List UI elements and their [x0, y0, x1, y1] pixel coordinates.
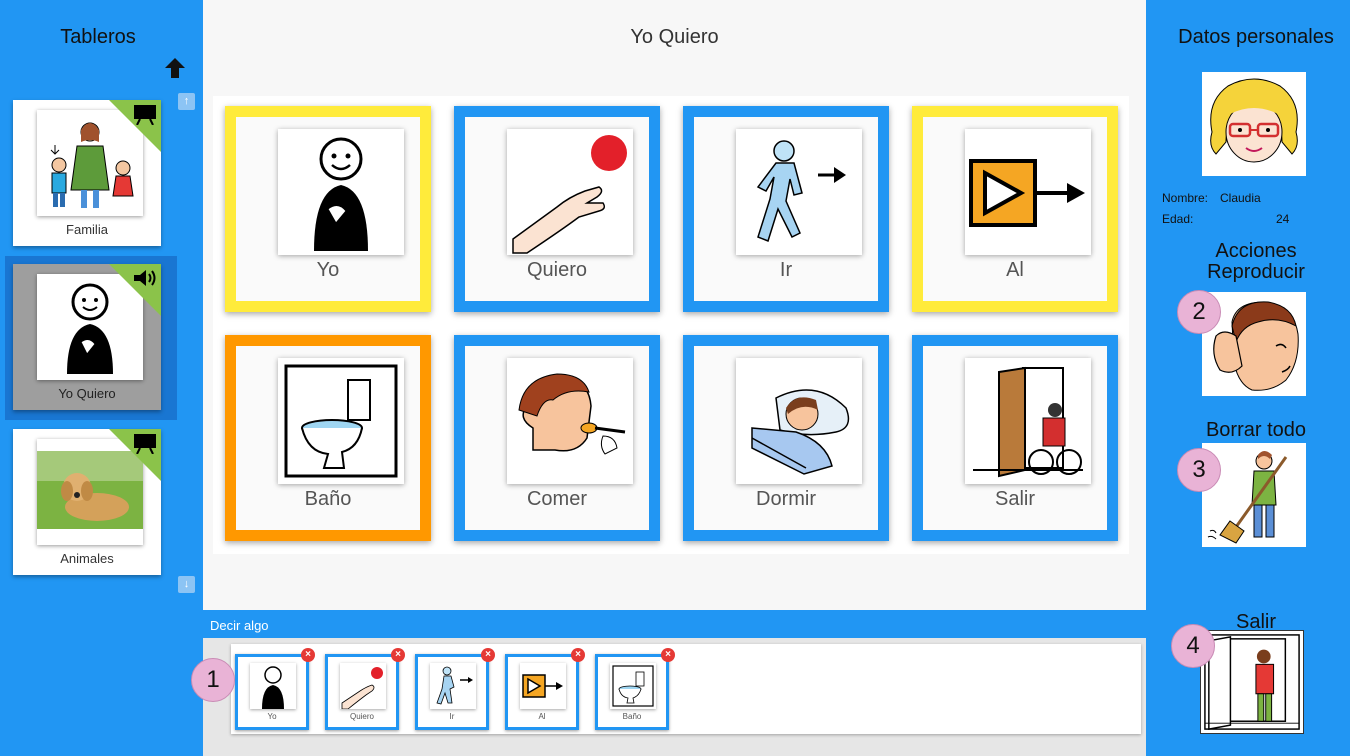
walk-icon	[430, 663, 476, 709]
callout-4: 4	[1171, 624, 1215, 668]
sentence-strip: Yo × Quiero × Ir × Al × Baño ×	[231, 644, 1141, 734]
card-salir[interactable]: Salir	[912, 335, 1118, 541]
play-title-line2: Reproducir	[1207, 261, 1305, 283]
sentence-header-label: Decir algo	[210, 618, 269, 633]
card-label: Ir	[779, 259, 793, 281]
sleep-icon	[736, 358, 862, 484]
want-hand-icon	[340, 663, 386, 709]
remove-icon[interactable]: ×	[301, 648, 315, 662]
card-al[interactable]: Al	[912, 106, 1118, 312]
card-label: Al	[1006, 259, 1024, 281]
sentence-item-label: Quiero	[349, 712, 374, 721]
up-arrow-icon[interactable]	[163, 56, 187, 80]
play-title-line1: Acciones	[1215, 240, 1297, 262]
board-icon	[134, 434, 156, 454]
board-label: Animales	[60, 551, 114, 566]
sentence-item-al[interactable]: Al ×	[505, 648, 585, 730]
sentence-item-bano[interactable]: Baño ×	[595, 648, 675, 730]
card-label: Yo	[316, 259, 340, 281]
callout-1: 1	[191, 658, 235, 702]
clear-title: Borrar todo	[1205, 419, 1307, 441]
card-label: Dormir	[756, 488, 816, 510]
card-ir[interactable]: Ir	[683, 106, 889, 312]
want-hand-icon	[507, 129, 633, 255]
card-grid: Yo Quiero Ir Al Baño Comer Dormir Salir	[213, 96, 1129, 554]
board-icon	[134, 105, 156, 125]
callout-2: 2	[1177, 290, 1221, 334]
avatar[interactable]	[1202, 72, 1306, 176]
sentence-item-label: Baño	[622, 712, 642, 721]
sentence-item-label: Yo	[267, 712, 277, 721]
card-label: Quiero	[526, 259, 588, 281]
exit-button[interactable]	[1200, 630, 1304, 734]
sentence-item-label: Al	[538, 712, 546, 721]
speaker-icon	[134, 270, 156, 286]
card-label: Salir	[994, 488, 1035, 510]
sentence-item-ir[interactable]: Ir ×	[415, 648, 495, 730]
play-title: Acciones Reproducir	[1146, 241, 1350, 283]
to-arrow-icon	[965, 129, 1091, 255]
boards-sidebar: Tableros ↑ ↓ Familia Yo Quiero Animales	[0, 0, 203, 756]
board-animales[interactable]: Animales	[13, 429, 161, 575]
remove-icon[interactable]: ×	[661, 648, 675, 662]
scroll-down-button[interactable]: ↓	[178, 576, 195, 593]
card-dormir[interactable]: Dormir	[683, 335, 889, 541]
age-value: 24	[1276, 212, 1290, 226]
person-me-icon	[278, 129, 404, 255]
board-yo-quiero[interactable]: Yo Quiero	[13, 264, 161, 410]
card-comer[interactable]: Comer	[454, 335, 660, 541]
exit-door-icon	[965, 358, 1091, 484]
board-label: Familia	[66, 222, 108, 237]
name-value: Claudia	[1220, 191, 1261, 205]
age-label: Edad:	[1162, 212, 1194, 226]
card-quiero[interactable]: Quiero	[454, 106, 660, 312]
board-familia[interactable]: Familia	[13, 100, 161, 246]
sentence-bar: Decir algo Yo × Quiero × Ir × Al × Baño …	[191, 610, 1146, 756]
callout-3: 3	[1177, 448, 1221, 492]
sidebar-title: Tableros	[60, 26, 136, 48]
exit-door-icon	[1204, 634, 1300, 730]
board-label: Yo Quiero	[58, 386, 116, 401]
sentence-item-quiero[interactable]: Quiero ×	[325, 648, 405, 730]
board-area: Yo Quiero Yo Quiero Ir Al Baño Comer Dor…	[203, 0, 1146, 610]
board-title: Yo Quiero	[630, 26, 719, 48]
name-label: Nombre:	[1162, 191, 1209, 205]
sentence-header: Decir algo	[203, 610, 1146, 638]
toilet-icon	[278, 358, 404, 484]
profile-title: Datos personales	[1178, 26, 1334, 48]
remove-icon[interactable]: ×	[391, 648, 405, 662]
card-bano[interactable]: Baño	[225, 335, 431, 541]
person-me-icon	[250, 663, 296, 709]
card-label: Comer	[526, 488, 587, 510]
card-yo[interactable]: Yo	[225, 106, 431, 312]
remove-icon[interactable]: ×	[571, 648, 585, 662]
walk-icon	[736, 129, 862, 255]
remove-icon[interactable]: ×	[481, 648, 495, 662]
toilet-icon	[610, 663, 656, 709]
right-panel: Datos personales Nombre: Claudia Edad: 2…	[1146, 0, 1350, 756]
sentence-item-yo[interactable]: Yo ×	[235, 648, 315, 730]
card-label: Baño	[304, 488, 352, 510]
sentence-item-label: Ir	[449, 712, 455, 721]
scroll-up-button[interactable]: ↑	[178, 93, 195, 110]
to-arrow-icon	[520, 663, 566, 709]
eat-icon	[507, 358, 633, 484]
